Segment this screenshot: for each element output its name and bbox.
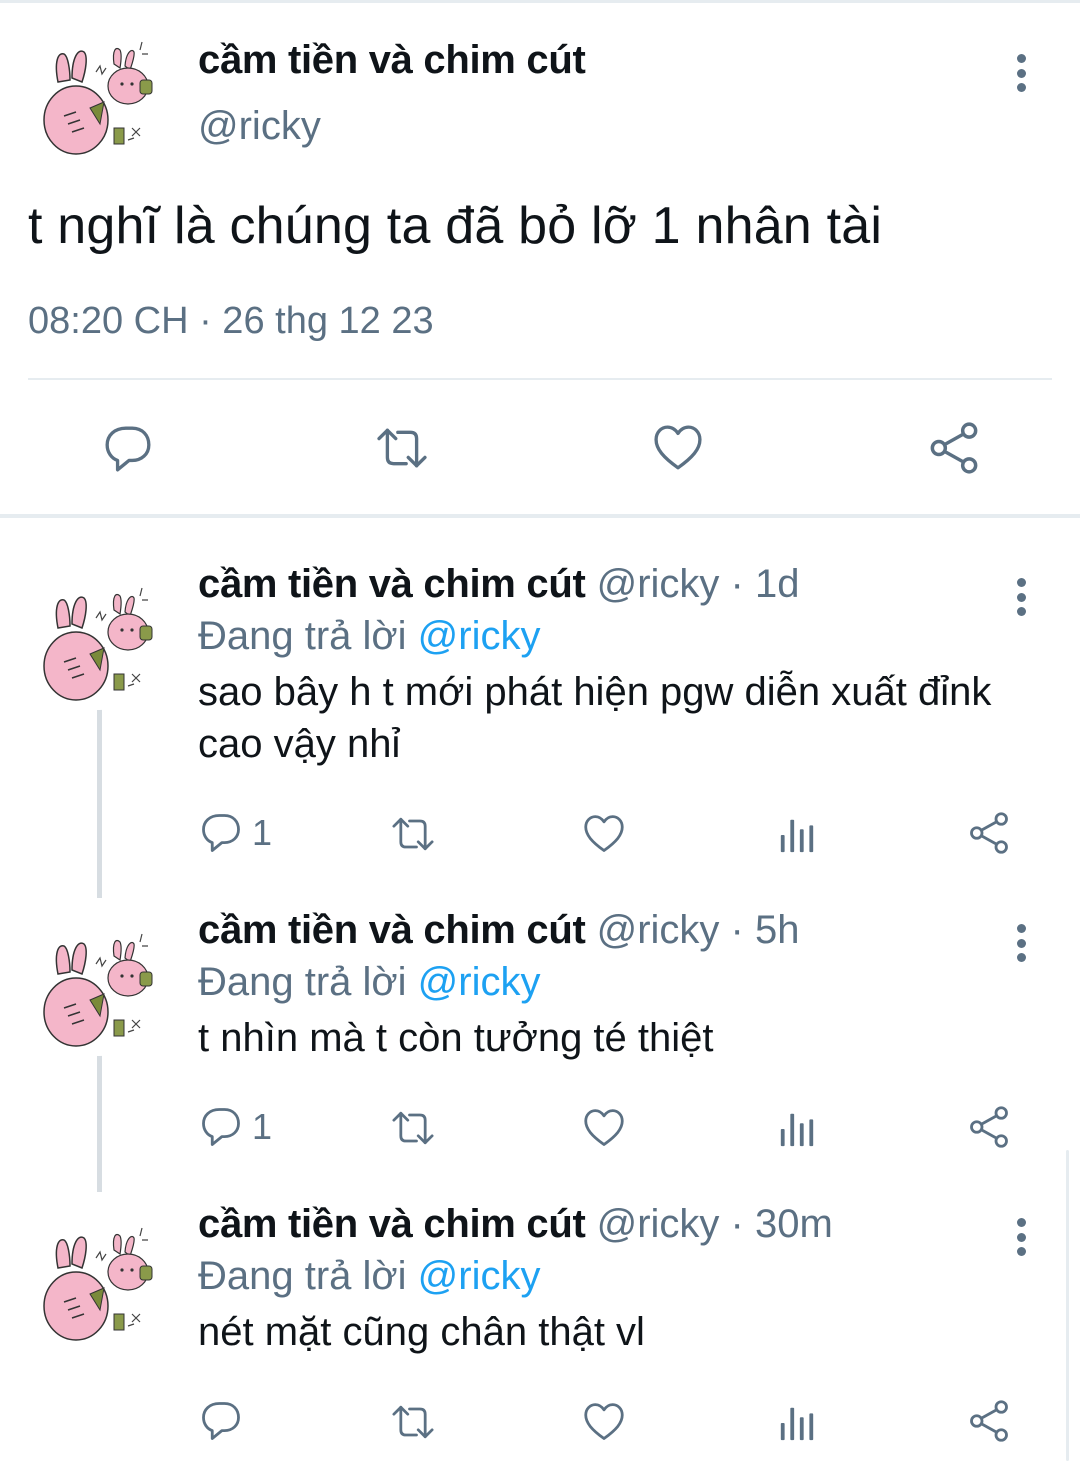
retweet-button[interactable]: [388, 1402, 438, 1442]
retweet-button[interactable]: [388, 1108, 438, 1148]
reply-header: cầm tiền và chim cút @ricky · 30m: [198, 1202, 833, 1247]
replying-to: Đang trả lời @ricky: [198, 1254, 540, 1299]
tweet-thread-page: cầm tiền và chim cút @ricky t nghĩ là ch…: [0, 0, 1080, 1461]
like-button[interactable]: [582, 1402, 626, 1442]
replying-to-label: Đang trả lời: [198, 1254, 418, 1298]
replying-to: Đang trả lời @ricky: [198, 960, 540, 1005]
reply-action-bar: [0, 1394, 1080, 1454]
handle-and-time[interactable]: @ricky · 5h: [597, 908, 800, 952]
retweet-button[interactable]: [372, 424, 432, 472]
more-options-icon[interactable]: [1006, 48, 1036, 98]
display-name[interactable]: cầm tiền và chim cút: [198, 562, 586, 606]
like-icon: [654, 425, 702, 470]
retweet-icon: [392, 1111, 434, 1145]
reply-button[interactable]: [103, 424, 153, 474]
section-divider: [0, 514, 1080, 518]
reply-icon: [202, 1108, 240, 1146]
reply-count: 1: [252, 1106, 273, 1147]
reply-icon: [202, 1402, 240, 1440]
more-options-icon[interactable]: [1006, 918, 1036, 968]
replying-to: Đang trả lời @ricky: [198, 614, 540, 659]
like-icon: [584, 1403, 624, 1440]
retweet-icon: [392, 1405, 434, 1439]
retweet-icon: [392, 817, 434, 851]
reply-icon: [202, 814, 240, 852]
reply-header: cầm tiền và chim cút @ricky · 1d: [198, 562, 799, 607]
reply-tweet[interactable]: cầm tiền và chim cút @ricky · 5h Đang tr…: [0, 890, 1080, 1184]
avatar[interactable]: [28, 24, 168, 164]
analytics-button[interactable]: [778, 1108, 816, 1148]
mention-link[interactable]: @ricky: [418, 1254, 541, 1298]
reply-text: sao bây h t mới phát hiện pgw diễn xuất …: [198, 670, 992, 766]
tweet-timestamp[interactable]: 08:20 CH · 26 thg 12 23: [28, 300, 434, 343]
like-button[interactable]: [652, 424, 704, 472]
analytics-button[interactable]: [778, 1402, 816, 1442]
scrollbar[interactable]: [1066, 1150, 1069, 1461]
reply-action-bar: 1: [0, 806, 1080, 866]
retweet-icon: [377, 428, 427, 468]
reply-icon: [105, 426, 151, 472]
handle-and-time[interactable]: @ricky · 1d: [597, 562, 800, 606]
share-button[interactable]: [928, 422, 980, 474]
analytics-button[interactable]: [778, 814, 816, 854]
share-button[interactable]: [968, 1400, 1010, 1442]
divider: [28, 378, 1052, 380]
like-icon: [584, 1109, 624, 1146]
reply-count: 1: [252, 812, 273, 853]
reply-text: t nhìn mà t còn tưởng té thiệt: [198, 1016, 714, 1060]
share-button[interactable]: [968, 812, 1010, 854]
tweet-text: t nghĩ là chúng ta đã bỏ lỡ 1 nhân tài: [28, 197, 883, 255]
share-icon: [970, 812, 1008, 854]
mention-link[interactable]: @ricky: [418, 960, 541, 1004]
share-icon: [970, 1400, 1008, 1442]
like-icon: [584, 815, 624, 852]
user-handle[interactable]: @ricky: [198, 104, 321, 149]
handle-and-time[interactable]: @ricky · 30m: [597, 1202, 833, 1246]
avatar[interactable]: [28, 1210, 168, 1350]
avatar[interactable]: [28, 916, 168, 1056]
display-name[interactable]: cầm tiền và chim cút: [198, 908, 586, 952]
share-icon: [970, 1106, 1008, 1148]
analytics-icon: [780, 1113, 814, 1147]
share-icon: [930, 422, 978, 474]
reply-header: cầm tiền và chim cút @ricky · 5h: [198, 908, 799, 953]
reply-button[interactable]: [200, 1400, 252, 1442]
more-options-icon[interactable]: [1006, 1212, 1036, 1262]
reply-tweet[interactable]: cầm tiền và chim cút @ricky · 30m Đang t…: [0, 1184, 1080, 1461]
replying-to-label: Đang trả lời: [198, 960, 418, 1004]
display-name[interactable]: cầm tiền và chim cút: [198, 1202, 586, 1246]
retweet-button[interactable]: [388, 814, 438, 854]
mention-link[interactable]: @ricky: [418, 614, 541, 658]
reply-text: nét mặt cũng chân thật vl: [198, 1310, 645, 1354]
share-button[interactable]: [968, 1106, 1010, 1148]
display-name[interactable]: cầm tiền và chim cút: [198, 38, 586, 83]
reply-button[interactable]: 1: [200, 812, 272, 854]
reply-button[interactable]: 1: [200, 1106, 272, 1148]
analytics-icon: [780, 1407, 814, 1441]
main-tweet: cầm tiền và chim cút @ricky t nghĩ là ch…: [0, 0, 1080, 518]
reply-action-bar: 1: [0, 1100, 1080, 1160]
replying-to-label: Đang trả lời: [198, 614, 418, 658]
avatar[interactable]: [28, 570, 168, 710]
analytics-icon: [780, 819, 814, 853]
tweet-action-bar: [0, 410, 1080, 486]
like-button[interactable]: [582, 1108, 626, 1148]
reply-tweet[interactable]: cầm tiền và chim cút @ricky · 1d Đang tr…: [0, 544, 1080, 890]
like-button[interactable]: [582, 814, 626, 854]
more-options-icon[interactable]: [1006, 572, 1036, 622]
